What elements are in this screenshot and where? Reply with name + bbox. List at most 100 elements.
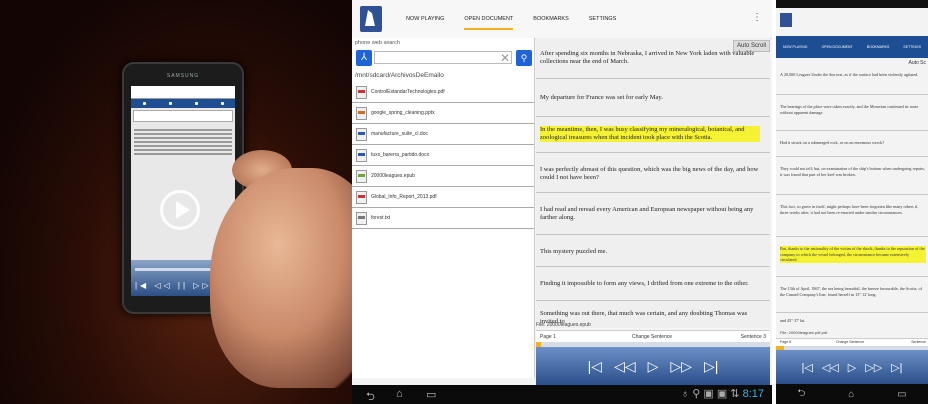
file-name: google_spring_cleaning.pptx — [371, 110, 435, 116]
tab-now-playing[interactable]: NOW PLAYING — [396, 0, 454, 38]
file-name: forest.txt — [371, 215, 391, 221]
recent-apps-icon[interactable]: ▭ — [426, 388, 436, 401]
tab-bookmarks[interactable]: BOOKMARKS — [867, 45, 890, 49]
paragraph[interactable]: They could not tell; but, on examination… — [780, 166, 926, 177]
current-path: /mnt/sdcard/ArchivosDeEmailo — [355, 72, 444, 79]
paragraph[interactable]: The 13th of April, 1867, the sea being b… — [780, 286, 926, 297]
status-area: ♁ ⚲ ▣ ▣ ⇅ 8:17 — [681, 387, 764, 400]
tab-bar: NOW PLAYING OPEN DOCUMENT BOOKMARKS SETT… — [776, 36, 928, 58]
skip-end-icon[interactable]: ▷| — [891, 361, 902, 374]
file-browser: phone web search ⅄ ✕ ⚲ /mnt/sdcard/Archi… — [352, 38, 535, 378]
home-icon[interactable]: ⌂ — [396, 388, 403, 400]
paragraph[interactable]: After spending six months in Nebraska, I… — [540, 50, 760, 66]
recent-apps-icon[interactable]: ▭ — [897, 389, 906, 400]
current-file: File: 20000leagues.epub — [536, 322, 591, 328]
playback-controls: |◁ ◁◁ ▷ ▷▷ ▷| — [776, 350, 928, 384]
epub-file-icon — [356, 169, 367, 183]
system-bar: ⮌ ⌂ ▭ ♁ ⚲ ▣ ▣ ⇅ 8:17 — [352, 385, 772, 404]
app-header: NOW PLAYING OPEN DOCUMENT BOOKMARKS SETT… — [352, 0, 772, 39]
tab-bookmarks[interactable]: BOOKMARKS — [523, 0, 578, 38]
search-input[interactable] — [374, 51, 512, 64]
pdf-file-icon — [356, 85, 367, 99]
paragraph[interactable]: Finding it impossible to form any views,… — [540, 280, 760, 288]
file-row[interactable]: manufacture_suite_ci.doc — [352, 124, 534, 145]
paragraph[interactable]: I had read and reread every American and… — [540, 206, 760, 222]
rewind-icon[interactable]: ◁◁ — [614, 358, 636, 375]
pdf-file-icon — [356, 190, 367, 204]
paragraph-highlighted[interactable]: In the meantime, then, I was busy classi… — [540, 126, 760, 142]
status-bar — [776, 0, 928, 8]
page-label: Page 1 — [540, 334, 556, 340]
fast-forward-icon[interactable]: ▷▷ — [670, 358, 692, 375]
file-name: manufacture_suite_ci.doc — [371, 131, 428, 137]
document-reader[interactable]: Auto Scroll After spending six months in… — [536, 38, 770, 328]
paragraph[interactable]: and 45° 37' lat. — [780, 318, 926, 324]
video-player[interactable]: SAMSUNG |◀ ◁◁ || ▷▷ ▶| — [0, 0, 352, 404]
paragraph[interactable]: This mystery puzzled me. — [540, 248, 760, 256]
file-name: ControlEstandarTechnologies.pdf — [371, 89, 445, 95]
sentence-label: Sentence — [911, 340, 926, 344]
skip-start-icon[interactable]: |◁ — [588, 358, 602, 375]
sentence-label: Sentence 3 — [740, 334, 766, 340]
skip-end-icon[interactable]: ▷| — [704, 358, 718, 375]
file-name: 20000leagues.epub — [371, 173, 415, 179]
paragraph[interactable]: My departure for France was set for earl… — [540, 94, 760, 102]
file-row[interactable]: tuxs_barerra_partido.docx — [352, 145, 534, 166]
system-nav: ⮌ ⌂ ▭ — [776, 384, 928, 404]
search-icon[interactable]: ⚲ — [516, 50, 532, 66]
paragraph[interactable]: This fact, so grave in itself, might per… — [780, 204, 926, 215]
mini-text — [131, 124, 235, 160]
clear-icon[interactable]: ✕ — [500, 50, 510, 66]
docx-file-icon — [356, 148, 367, 162]
fast-forward-icon[interactable]: ▷▷ — [865, 361, 882, 374]
tab-open-document[interactable]: OPEN DOCUMENT — [454, 0, 523, 38]
play-icon[interactable]: ▷ — [848, 361, 856, 374]
auto-scroll-button[interactable]: Auto Sc — [908, 60, 926, 66]
tab-bar: NOW PLAYING OPEN DOCUMENT BOOKMARKS SETT… — [396, 0, 626, 38]
file-row[interactable]: 20000leagues.epub — [352, 166, 534, 187]
file-row[interactable]: Global_Info_Report_2013.pdf — [352, 187, 534, 208]
paragraph[interactable]: A 20,000 Leagues Under the Sea text, as … — [780, 72, 926, 78]
paragraph-highlighted[interactable]: But, thanks to the nationality of the vi… — [780, 246, 926, 263]
paragraph[interactable]: I was perfectly abreast of this question… — [540, 166, 760, 182]
phone-screenshot: NOW PLAYING OPEN DOCUMENT BOOKMARKS SETT… — [776, 0, 928, 404]
back-icon[interactable]: ⮌ — [797, 386, 805, 403]
file-row[interactable]: forest.txt — [352, 208, 534, 229]
file-list: ControlEstandarTechnologies.pdf google_s… — [352, 82, 534, 229]
overflow-menu-icon[interactable]: ⋮ — [752, 12, 762, 23]
search-label: phone web search — [355, 40, 400, 46]
file-name: Global_Info_Report_2013.pdf — [371, 194, 437, 200]
back-icon[interactable]: ⮌ — [366, 388, 375, 404]
search-row: ⅄ ✕ ⚲ — [354, 50, 532, 66]
rewind-icon[interactable]: ◁◁ — [822, 361, 839, 374]
home-icon[interactable]: ⌂ — [848, 389, 854, 400]
file-name: tuxs_barerra_partido.docx — [371, 152, 430, 158]
skip-start-icon[interactable]: |◁ — [802, 361, 813, 374]
playback-controls: |◁ ◁◁ ▷ ▷▷ ▷| — [536, 347, 770, 385]
app-logo-icon — [780, 13, 792, 27]
app-logo-icon — [360, 6, 382, 32]
pdf-icon[interactable]: ⅄ — [356, 50, 372, 66]
mini-tabs — [131, 99, 235, 108]
paragraph[interactable]: Had it struck on a submerged rock, or on… — [780, 140, 926, 146]
change-sentence-link[interactable]: Change Sentence — [836, 340, 864, 344]
clock: 8:17 — [742, 388, 764, 400]
phone-brand: SAMSUNG — [166, 73, 200, 79]
tab-settings[interactable]: SETTINGS — [579, 0, 627, 38]
mini-search — [133, 110, 233, 122]
change-sentence-link[interactable]: Change Sentence — [632, 334, 672, 340]
tab-open-document[interactable]: OPEN DOCUMENT — [822, 45, 853, 49]
tab-settings[interactable]: SETTINGS — [903, 45, 921, 49]
tablet-screenshot: NOW PLAYING OPEN DOCUMENT BOOKMARKS SETT… — [352, 0, 772, 404]
play-icon[interactable]: ▷ — [648, 358, 659, 375]
pptx-file-icon — [356, 106, 367, 120]
file-row[interactable]: google_spring_cleaning.pptx — [352, 103, 534, 124]
current-file: File: 20000leagues.pdf.pdf — [780, 330, 828, 335]
file-row[interactable]: ControlEstandarTechnologies.pdf — [352, 82, 534, 103]
play-icon[interactable] — [160, 190, 200, 230]
paragraph[interactable]: The bearings of the place were taken exa… — [780, 104, 926, 115]
mini-header — [131, 86, 235, 99]
page-label: Page 8 — [780, 340, 792, 344]
tab-now-playing[interactable]: NOW PLAYING — [783, 45, 807, 49]
txt-file-icon — [356, 211, 367, 225]
